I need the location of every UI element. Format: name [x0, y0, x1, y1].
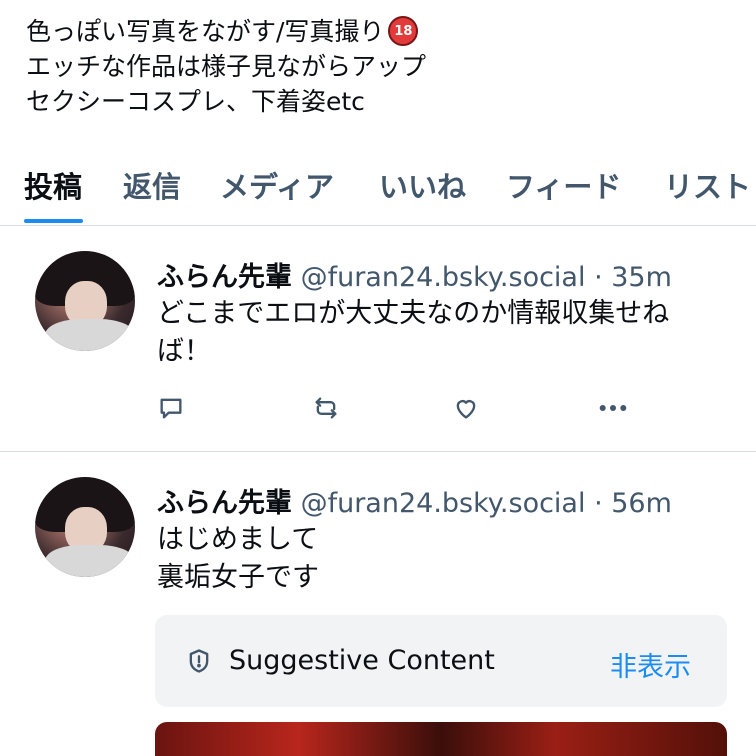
more-icon[interactable]	[598, 393, 628, 423]
tab-feeds[interactable]: フィード	[506, 164, 621, 206]
avatar[interactable]	[35, 251, 135, 351]
post-text: どこまでエロが大丈夫なのか情報収集せね ば！	[157, 298, 670, 367]
reply-icon[interactable]	[156, 393, 186, 423]
bio-line: エッチな作品は様子見ながらアップ	[26, 52, 427, 81]
shield-icon	[185, 647, 213, 675]
author-handle[interactable]: @furan24.bsky.social	[301, 488, 586, 519]
post[interactable]: ふらん先輩 @furan24.bsky.social · 56m はじめまして …	[0, 453, 756, 756]
tab-posts[interactable]: 投稿	[24, 164, 82, 206]
post-media-image[interactable]	[155, 722, 727, 756]
post-header: ふらん先輩 @furan24.bsky.social · 56m	[157, 481, 672, 520]
profile-bio: 色っぽい写真をながす/写真撮り 18 エッチな作品は様子見ながらアップ セクシーコ…	[26, 14, 426, 119]
post-time: · 35m	[594, 262, 672, 293]
author-name[interactable]: ふらん先輩	[157, 262, 292, 293]
hide-button[interactable]: 非表示	[610, 645, 691, 684]
tab-media[interactable]: メディア	[220, 164, 334, 206]
avatar[interactable]	[35, 477, 135, 577]
post-header: ふらん先輩 @furan24.bsky.social · 35m	[157, 255, 672, 294]
author-handle[interactable]: @furan24.bsky.social	[301, 262, 586, 293]
post-text: はじめまして 裏垢女子です	[157, 524, 319, 593]
active-tab-indicator	[24, 219, 83, 223]
post[interactable]: ふらん先輩 @furan24.bsky.social · 35m どこまでエロが…	[0, 227, 756, 452]
repost-icon[interactable]	[311, 393, 341, 423]
author-name[interactable]: ふらん先輩	[157, 488, 292, 519]
content-warning-label: Suggestive Content	[229, 645, 495, 676]
bio-line: 色っぽい写真をながす/写真撮り 18	[26, 14, 426, 49]
content-warning[interactable]: Suggestive Content 非表示	[155, 615, 727, 707]
tab-replies[interactable]: 返信	[123, 164, 181, 206]
like-icon[interactable]	[451, 393, 481, 423]
adult-18-icon: 18	[388, 16, 419, 46]
tab-likes[interactable]: いいね	[379, 164, 466, 206]
post-actions	[0, 393, 756, 423]
profile-tabs: 投稿 返信 メディア いいね フィード リスト	[0, 140, 756, 226]
post-time: · 56m	[594, 488, 672, 519]
bio-line: セクシーコスプレ、下着姿etc	[26, 87, 365, 116]
tab-lists[interactable]: リスト	[664, 164, 751, 206]
